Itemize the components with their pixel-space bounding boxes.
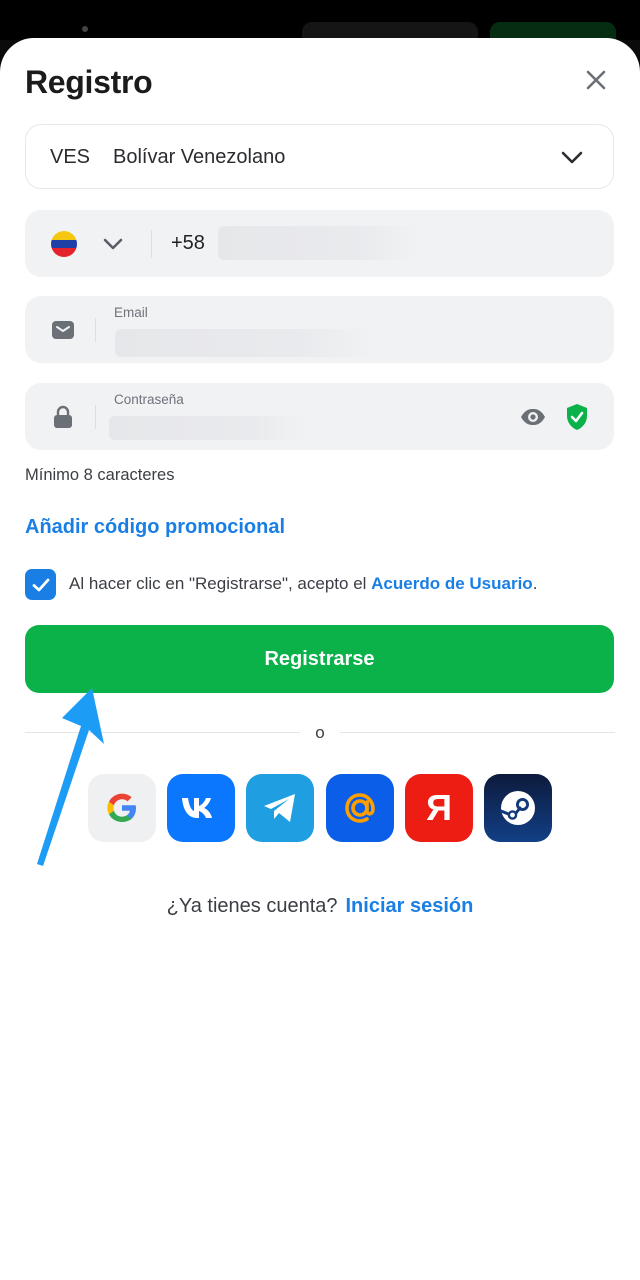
vk-login-button[interactable] xyxy=(167,774,235,842)
close-button[interactable] xyxy=(578,62,614,98)
lock-icon xyxy=(54,405,72,428)
mail-ru-login-button[interactable] xyxy=(326,774,394,842)
eye-icon[interactable] xyxy=(519,405,547,429)
telegram-login-button[interactable] xyxy=(246,774,314,842)
yandex-icon: Я xyxy=(426,787,452,828)
envelope-icon xyxy=(52,321,74,339)
telegram-icon xyxy=(264,794,295,822)
agreement-suffix: . xyxy=(532,574,538,593)
venezuela-flag-icon xyxy=(51,231,77,257)
google-icon xyxy=(107,793,136,822)
password-label: Contraseña xyxy=(114,392,184,407)
login-prompt-text: ¿Ya tienes cuenta? xyxy=(166,895,338,917)
email-label: Email xyxy=(114,305,148,320)
login-prompt: ¿Ya tienes cuenta? Iniciar sesión xyxy=(0,895,640,918)
at-sign-icon xyxy=(345,793,375,823)
currency-code: VES xyxy=(50,146,91,168)
password-hint: Mínimo 8 caracteres xyxy=(25,466,175,484)
country-chevron-down-icon[interactable] xyxy=(101,232,125,256)
pointer-arrow-icon xyxy=(37,688,104,866)
currency-name: Bolívar Venezolano xyxy=(113,146,286,168)
steam-icon xyxy=(499,791,535,825)
email-field: Email xyxy=(25,296,614,363)
status-dot xyxy=(82,26,88,32)
status-bar xyxy=(0,0,640,48)
register-button[interactable]: Registrarse xyxy=(25,625,614,693)
steam-login-button[interactable] xyxy=(484,774,552,842)
password-input[interactable] xyxy=(109,416,309,440)
phone-country-code: +58 xyxy=(171,232,205,254)
chevron-down-icon xyxy=(561,151,583,164)
email-input[interactable] xyxy=(115,329,375,357)
agreement-checkbox[interactable] xyxy=(25,569,56,600)
phone-input[interactable] xyxy=(218,226,418,260)
yandex-login-button[interactable]: Я xyxy=(405,774,473,842)
registration-sheet: Registro VES Bolívar Venezolano +58 Emai… xyxy=(0,38,640,1280)
divider-line xyxy=(340,732,615,733)
vk-icon xyxy=(182,798,212,818)
divider-label: o xyxy=(315,723,325,742)
user-agreement: Al hacer clic en "Registrarse", acepto e… xyxy=(25,568,625,600)
password-field: Contraseña xyxy=(25,383,614,450)
shield-check-icon xyxy=(567,404,587,430)
user-agreement-link[interactable]: Acuerdo de Usuario xyxy=(371,574,533,593)
page-title: Registro xyxy=(25,64,153,100)
currency-select[interactable]: VES Bolívar Venezolano xyxy=(25,124,614,189)
agreement-text: Al hacer clic en "Registrarse", acepto e… xyxy=(69,574,537,594)
add-promo-code-link[interactable]: Añadir código promocional xyxy=(25,516,285,539)
close-icon xyxy=(586,70,606,90)
field-separator xyxy=(95,318,96,342)
login-link[interactable]: Iniciar sesión xyxy=(346,895,474,917)
check-icon xyxy=(32,578,49,591)
field-separator xyxy=(95,405,96,429)
field-separator xyxy=(151,230,152,258)
phone-field: +58 xyxy=(25,210,614,277)
agreement-prefix: Al hacer clic en "Registrarse", acepto e… xyxy=(69,574,372,593)
